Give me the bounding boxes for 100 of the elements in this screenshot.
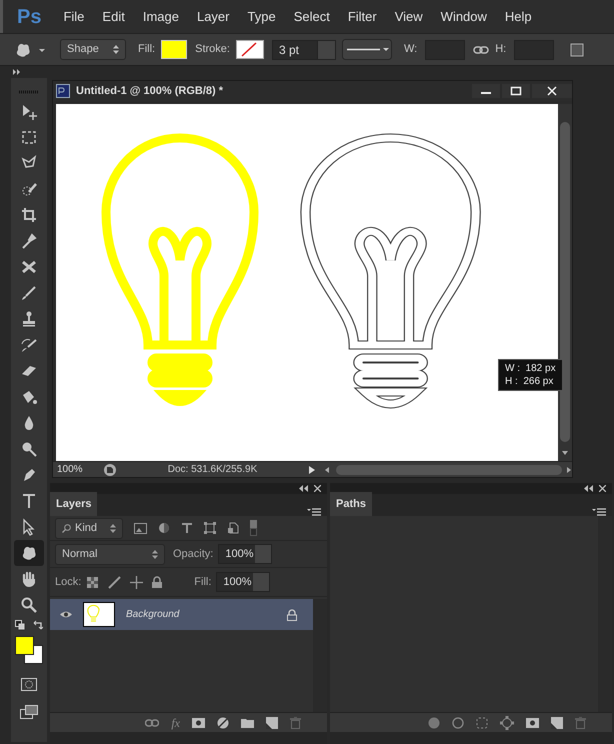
fill-label: Fill: [194, 574, 212, 590]
search-icon [62, 524, 71, 532]
folder-icon[interactable] [241, 718, 254, 728]
updown-icon[interactable] [110, 524, 116, 532]
document-icon [56, 84, 70, 98]
updown-icon[interactable] [113, 45, 119, 54]
stroke-path-icon[interactable] [452, 716, 464, 728]
menu-item[interactable]: Layer [196, 6, 230, 26]
custom-shape-icon [20, 544, 38, 562]
work-path-icon[interactable] [500, 716, 514, 730]
link-icon[interactable] [473, 44, 490, 54]
new-layer-icon[interactable] [266, 716, 278, 728]
smart-object-filter-icon[interactable] [227, 522, 239, 534]
menu-item[interactable]: Image [142, 6, 179, 26]
swap-colors-icon[interactable] [33, 620, 43, 630]
move-icon [20, 102, 38, 120]
color-swatches[interactable] [15, 636, 43, 664]
stamp-icon [20, 310, 38, 328]
updown-icon[interactable] [152, 550, 158, 558]
lock-position-icon[interactable] [130, 576, 144, 588]
height-field[interactable] [514, 40, 554, 60]
tool-mode-dropdown[interactable]: Shape [60, 39, 126, 60]
width-field[interactable] [425, 40, 466, 60]
layer-name: Background [126, 608, 180, 622]
selection-icon[interactable] [476, 716, 488, 728]
bandage-icon [20, 258, 38, 276]
zoom-field[interactable]: 100% [53, 462, 97, 477]
eye-icon[interactable] [58, 610, 72, 619]
lock-transparency-icon[interactable] [87, 576, 98, 588]
panel-menu-icon[interactable] [592, 508, 606, 516]
scroll-right-icon[interactable] [566, 466, 572, 474]
opacity-field[interactable]: 100% [218, 544, 272, 564]
close-icon[interactable] [532, 84, 572, 98]
default-colors-icon[interactable] [15, 620, 25, 630]
new-path-icon[interactable] [551, 716, 563, 728]
menu-item[interactable]: Help [504, 6, 532, 26]
horizontal-scrollbar[interactable] [336, 464, 562, 474]
status-icon[interactable] [103, 462, 117, 476]
menu-item[interactable]: Type [248, 6, 276, 26]
menu-item[interactable]: Edit [102, 6, 125, 26]
lock-label: Lock: [55, 574, 82, 590]
stroke-width-field[interactable]: 3 pt [272, 40, 336, 60]
width-label: W: [404, 42, 418, 58]
layer-row[interactable]: Background [50, 599, 313, 630]
menu-item[interactable]: Window [440, 6, 487, 26]
close-icon[interactable] [314, 485, 321, 492]
scroll-down-icon[interactable] [561, 450, 569, 456]
lock-icon[interactable] [287, 608, 297, 620]
paint-bucket-icon [20, 388, 38, 406]
layers-tab[interactable]: Layers [50, 492, 98, 516]
brush-icon [20, 284, 38, 302]
maximize-icon[interactable] [502, 84, 530, 98]
app-logo: Ps [17, 4, 42, 30]
layer-mask-icon[interactable] [192, 718, 205, 728]
menu-item[interactable]: Filter [348, 6, 377, 26]
quick-mask-icon[interactable] [21, 678, 37, 691]
adjustment-layer-icon[interactable] [217, 716, 229, 728]
play-icon[interactable] [308, 464, 316, 474]
adjustment-filter-icon[interactable] [158, 522, 170, 534]
expand-icon[interactable] [12, 68, 22, 76]
image-filter-icon[interactable] [134, 522, 147, 534]
history-brush-icon [20, 336, 38, 354]
vector-mask-icon[interactable] [526, 718, 539, 728]
fill-swatch[interactable] [161, 40, 188, 59]
shape-filter-icon[interactable] [204, 522, 216, 534]
layer-thumbnail [83, 602, 115, 627]
scrollbar-track[interactable] [598, 516, 612, 712]
scrollbar-thumb[interactable] [560, 122, 570, 442]
menu-item[interactable]: Select [294, 6, 330, 26]
scroll-left-icon[interactable] [324, 466, 330, 474]
hand-icon [20, 570, 38, 588]
link-layers-icon[interactable] [145, 718, 160, 726]
paths-tab[interactable]: Paths [330, 492, 372, 516]
zoom-icon [20, 596, 38, 614]
no-stroke-swatch[interactable] [236, 40, 264, 59]
lock-pixels-icon[interactable] [108, 576, 122, 588]
menu-item[interactable]: File [63, 6, 84, 26]
collapse-icon[interactable] [584, 485, 593, 492]
panel-menu-icon[interactable] [307, 508, 321, 516]
line-style-dropdown[interactable] [342, 39, 392, 60]
fill-field[interactable]: 100% [216, 572, 270, 592]
fill-path-icon[interactable] [428, 716, 440, 728]
tool-button[interactable] [14, 540, 44, 566]
square-icon[interactable] [570, 42, 584, 56]
scrollbar-track[interactable] [313, 599, 327, 712]
filter-dropdown[interactable]: Kind [55, 518, 123, 538]
close-icon[interactable] [599, 485, 606, 492]
stroke-label: Stroke: [195, 42, 230, 58]
screen-mode-icon[interactable] [20, 705, 38, 719]
crop-icon [20, 206, 38, 224]
lightbulb-outline-path[interactable] [300, 133, 481, 409]
blend-mode-dropdown[interactable]: Normal [55, 544, 165, 564]
minimize-icon[interactable] [472, 84, 500, 98]
filter-toggle-icon[interactable] [250, 520, 257, 536]
collapse-icon[interactable] [299, 485, 308, 492]
type-icon [20, 492, 38, 510]
lock-all-icon[interactable] [152, 576, 162, 588]
menu-item[interactable]: View [394, 6, 423, 26]
type-filter-icon[interactable] [181, 522, 193, 534]
eyedropper-icon [20, 232, 38, 250]
